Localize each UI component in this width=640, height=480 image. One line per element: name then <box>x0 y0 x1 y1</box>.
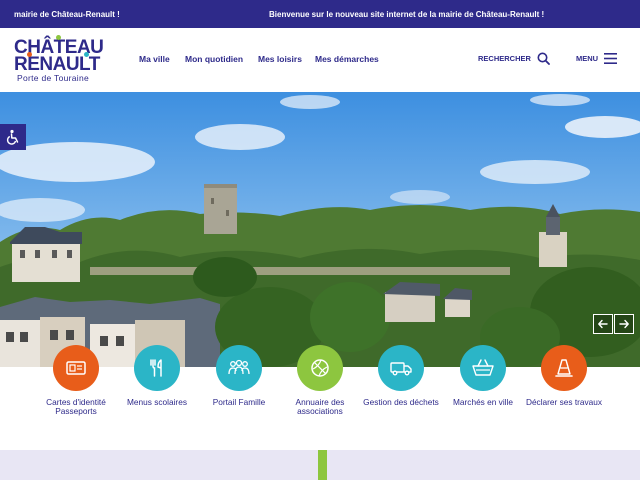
menu-button[interactable]: MENU <box>576 50 618 66</box>
hamburger-icon <box>604 52 618 64</box>
nav-mon-quotidien[interactable]: Mon quotidien <box>185 54 243 64</box>
shortcut-cartes-identite[interactable]: Cartes d'identité Passeports <box>36 345 116 416</box>
section-accent-bar <box>318 450 327 480</box>
shortcut-circle <box>541 345 587 391</box>
quick-access-bar: Cartes d'identité Passeports Menus scola… <box>0 345 640 450</box>
ticker-item: Bienvenue sur le nouveau site internet d… <box>269 10 545 19</box>
ball-icon <box>311 359 329 377</box>
slider-controls <box>593 314 634 334</box>
shortcut-gestion-dechets[interactable]: Gestion des déchets <box>361 345 441 407</box>
shortcut-circle <box>53 345 99 391</box>
ticker-item: mairie de Château-Renault ! <box>14 10 120 19</box>
shortcut-circle <box>216 345 262 391</box>
family-icon <box>228 359 250 375</box>
shortcut-label: Déclarer ses travaux <box>525 397 603 407</box>
logo-line-2: RENAULT <box>14 54 100 75</box>
search-button[interactable]: RECHERCHER <box>478 50 550 66</box>
shortcut-declarer-travaux[interactable]: Déclarer ses travaux <box>524 345 604 407</box>
shortcut-label: Annuaire des associations <box>295 397 345 416</box>
shortcut-annuaire-associations[interactable]: Annuaire des associations <box>280 345 360 416</box>
logo-dot <box>84 52 89 57</box>
cutlery-icon <box>150 359 162 377</box>
basket-icon <box>472 359 494 376</box>
truck-icon <box>390 362 412 376</box>
id-card-icon <box>66 361 86 375</box>
logo-dot <box>56 35 61 40</box>
shortcut-portail-famille[interactable]: Portail Famille <box>199 345 279 407</box>
shortcut-circle <box>134 345 180 391</box>
nav-mes-demarches[interactable]: Mes démarches <box>315 54 379 64</box>
site-logo[interactable]: CHÂTEAU RENAULT Porte de Touraine <box>14 35 106 84</box>
shortcut-circle <box>460 345 506 391</box>
search-icon <box>537 52 550 65</box>
accessibility-button[interactable] <box>0 124 26 150</box>
logo-dot <box>27 52 32 57</box>
search-label: RECHERCHER <box>478 53 531 63</box>
shortcut-circle <box>297 345 343 391</box>
shortcut-label: Cartes d'identité Passeports <box>46 397 106 416</box>
nav-ma-ville[interactable]: Ma ville <box>139 54 170 64</box>
shortcut-circle <box>378 345 424 391</box>
shortcut-label: Menus scolaires <box>127 397 187 407</box>
arrow-left-icon <box>598 319 608 329</box>
arrow-right-icon <box>619 319 629 329</box>
hero-image <box>0 92 640 367</box>
shortcut-menus-scolaires[interactable]: Menus scolaires <box>117 345 197 407</box>
news-ticker: mairie de Château-Renault ! Bienvenue su… <box>0 0 640 28</box>
site-header: CHÂTEAU RENAULT Porte de Touraine Ma vil… <box>0 28 640 92</box>
hero-landscape <box>0 92 640 367</box>
nav-mes-loisirs[interactable]: Mes loisirs <box>258 54 302 64</box>
slider-next-button[interactable] <box>614 314 634 334</box>
slider-prev-button[interactable] <box>593 314 613 334</box>
menu-label: MENU <box>576 53 599 63</box>
logo-tagline: Porte de Touraine <box>17 73 90 83</box>
shortcut-marches-ville[interactable]: Marchés en ville <box>443 345 523 407</box>
cone-icon <box>555 359 573 377</box>
shortcut-label: Portail Famille <box>212 397 266 407</box>
shortcut-label: Marchés en ville <box>453 397 513 407</box>
shortcut-label: Gestion des déchets <box>363 397 439 407</box>
wheelchair-icon <box>6 129 19 145</box>
